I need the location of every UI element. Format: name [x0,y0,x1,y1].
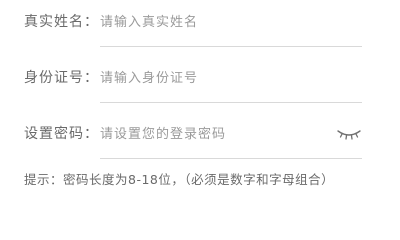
real-name-row: 真实姓名： [0,4,400,48]
id-number-underline [100,102,362,103]
real-name-underline [100,46,362,47]
eye-closed-icon[interactable] [336,126,362,142]
id-number-label: 身份证号： [24,70,99,86]
id-number-input[interactable] [100,64,330,92]
real-name-input[interactable] [100,8,330,36]
password-label: 设置密码： [24,126,99,142]
password-underline [100,158,362,159]
password-hint: 提示：密码长度为8-18位，（必须是数字和字母组合） [24,172,335,187]
password-row: 设置密码： [0,116,400,160]
id-number-row: 身份证号： [0,60,400,104]
password-input[interactable] [100,120,330,148]
real-name-label: 真实姓名： [24,14,99,30]
